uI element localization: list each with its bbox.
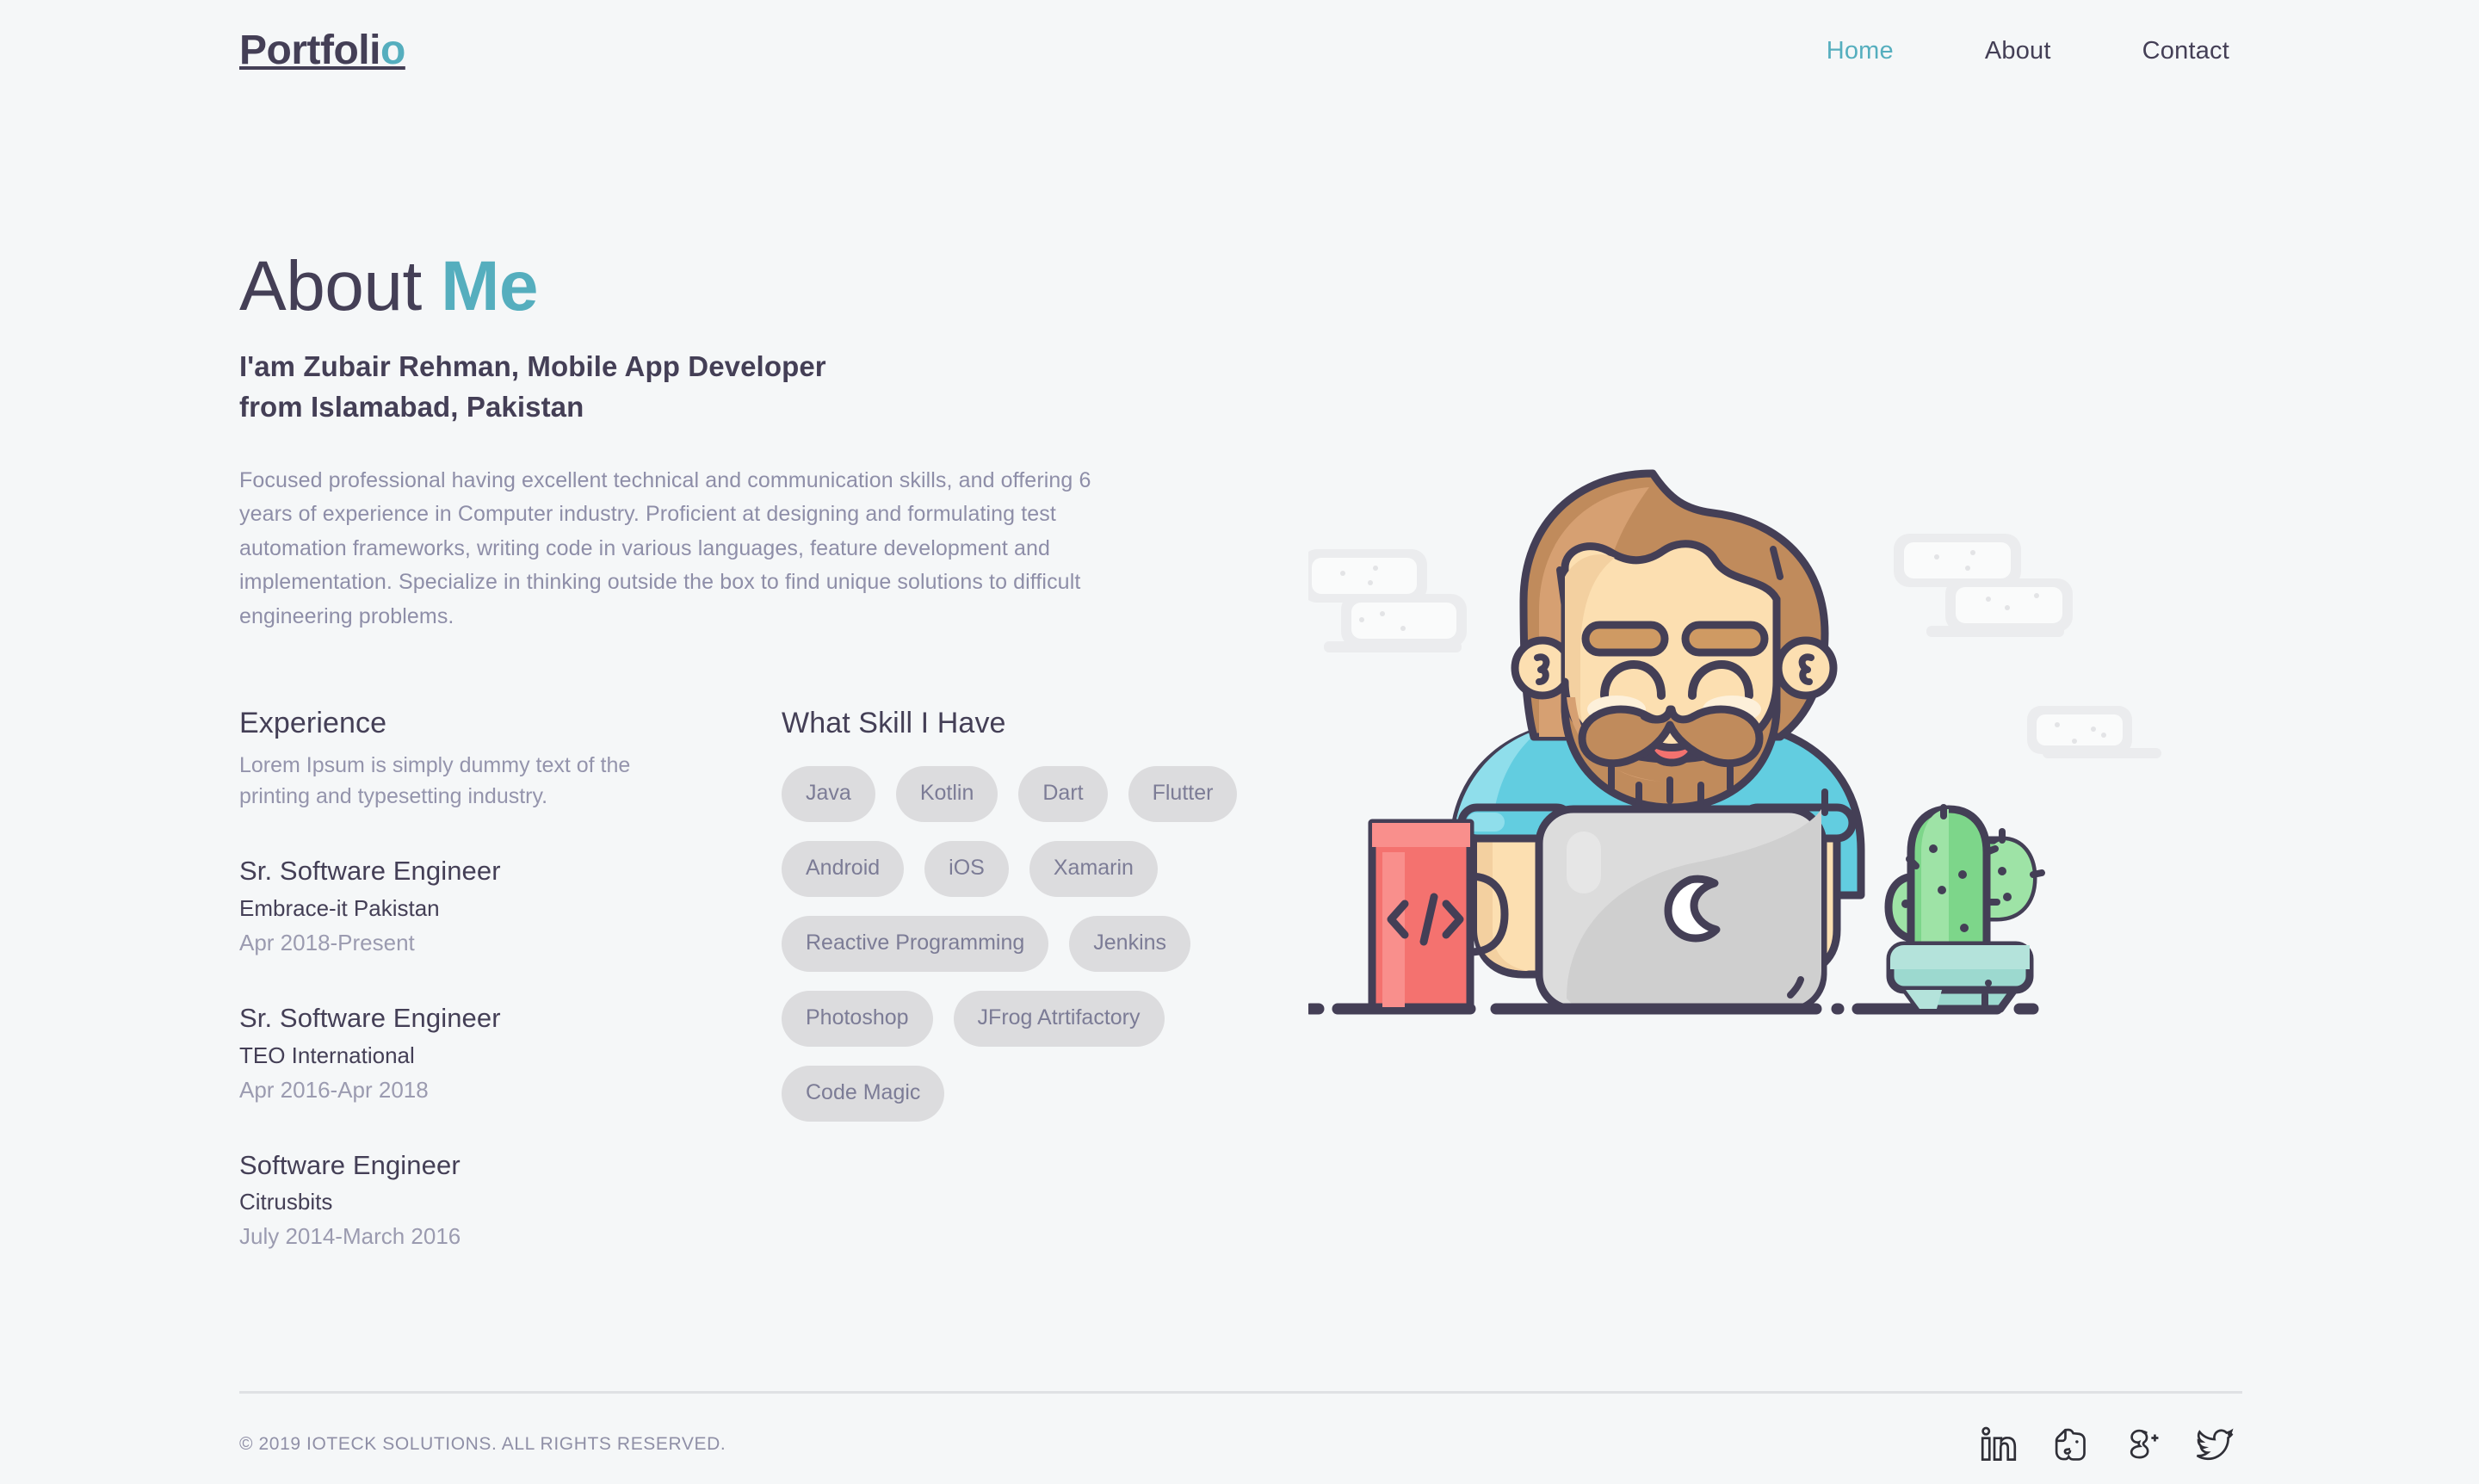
experience-subtitle: Lorem Ipsum is simply dummy text of the …	[239, 753, 631, 808]
skill-row: Android iOS Xamarin	[782, 841, 1332, 898]
google-plus-icon[interactable]	[2124, 1425, 2163, 1464]
skill-row: Photoshop JFrog Atrtifactory	[782, 991, 1332, 1048]
skill-pill[interactable]: Xamarin	[1029, 841, 1158, 898]
skill-pill[interactable]: Reactive Programming	[782, 916, 1049, 973]
skill-pill[interactable]: Dart	[1018, 766, 1108, 823]
skill-row: Code Magic	[782, 1066, 1332, 1122]
portfolio-page: Portfolio Home About Contact About Me I'…	[0, 0, 2479, 1484]
columns-wrapper: Experience Lorem Ipsum is simply dummy t…	[239, 704, 1272, 1252]
cactus	[1884, 804, 2045, 1013]
footer-divider	[239, 1391, 2242, 1394]
skills-heading: What Skill I Have	[782, 707, 1006, 739]
skill-pill[interactable]: Photoshop	[782, 991, 933, 1048]
social-links	[1979, 1425, 2235, 1464]
job-company: Embrace-it Pakistan	[239, 895, 440, 922]
experience-heading: Experience	[239, 707, 387, 739]
job-title: Sr. Software Engineer	[239, 1002, 501, 1033]
developer-illustration-svg	[1308, 469, 2161, 1015]
ghost-window-right-bottom-icon	[2027, 706, 2161, 758]
page-title: About Me	[239, 250, 1255, 323]
job-company: TEO International	[239, 1042, 415, 1068]
nav-item-contact[interactable]: Contact	[2142, 37, 2229, 65]
experience-item: Sr. Software Engineer Embrace-it Pakista…	[239, 853, 721, 959]
site-header: Portfolio Home About Contact	[0, 0, 2479, 102]
nav-item-about[interactable]: About	[1985, 37, 2051, 65]
experience-item: Software Engineer Citrusbits July 2014-M…	[239, 1147, 721, 1253]
job-title: Sr. Software Engineer	[239, 856, 501, 887]
page-title-main: About	[239, 247, 422, 325]
site-footer: © 2019 IOTECK SOLUTIONS. ALL RIGHTS RESE…	[239, 1425, 2242, 1464]
hero-tagline-line1: I'am Zubair Rehman, Mobile App Developer	[239, 350, 826, 383]
skill-pill[interactable]: Code Magic	[782, 1066, 945, 1122]
skill-pill[interactable]: Flutter	[1128, 766, 1238, 823]
brand-logo-accent: o	[380, 28, 405, 73]
page-title-accent: Me	[441, 247, 539, 325]
skill-row: Reactive Programming Jenkins	[782, 916, 1332, 973]
copyright-text: © 2019 IOTECK SOLUTIONS. ALL RIGHTS RESE…	[239, 1434, 726, 1454]
evernote-icon[interactable]	[2051, 1425, 2091, 1464]
hero-section: About Me I'am Zubair Rehman, Mobile App …	[239, 250, 1255, 634]
hero-tagline: I'am Zubair Rehman, Mobile App Developer…	[239, 347, 1255, 428]
ghost-window-left-icon	[1308, 549, 1467, 652]
hero-tagline-line2: from Islamabad, Pakistan	[239, 391, 584, 424]
hero-paragraph: Focused professional having excellent te…	[239, 467, 1091, 628]
twitter-icon[interactable]	[2196, 1425, 2235, 1464]
brand-logo-main: Portfoli	[239, 28, 380, 73]
skill-rows: Java Kotlin Dart Flutter Android iOS Xam…	[782, 766, 1332, 1122]
developer-illustration	[1308, 448, 2221, 1059]
job-dates: Apr 2018-Present	[239, 929, 415, 955]
experience-column: Experience Lorem Ipsum is simply dummy t…	[239, 704, 721, 1252]
laptop	[1535, 805, 1827, 1013]
skills-column: What Skill I Have Java Kotlin Dart Flutt…	[782, 704, 1332, 1141]
job-title: Software Engineer	[239, 1149, 461, 1180]
skill-pill[interactable]: Kotlin	[895, 766, 998, 823]
main-nav: Home About Contact	[1827, 37, 2229, 65]
skill-pill[interactable]: JFrog Atrtifactory	[953, 991, 1165, 1048]
skill-pill[interactable]: Java	[782, 766, 875, 823]
skill-row: Java Kotlin Dart Flutter	[782, 766, 1332, 823]
linkedin-icon[interactable]	[1979, 1425, 2018, 1464]
ghost-window-right-top-icon	[1894, 534, 2073, 637]
job-dates: July 2014-March 2016	[239, 1223, 461, 1250]
experience-item: Sr. Software Engineer TEO International …	[239, 1000, 721, 1106]
skill-pill[interactable]: iOS	[924, 841, 1009, 898]
job-company: Citrusbits	[239, 1189, 333, 1215]
nav-item-home[interactable]: Home	[1827, 37, 1894, 65]
brand-logo[interactable]: Portfolio	[239, 30, 405, 71]
skill-pill[interactable]: Android	[782, 841, 905, 898]
skill-pill[interactable]: Jenkins	[1069, 916, 1191, 973]
job-dates: Apr 2016-Apr 2018	[239, 1076, 429, 1103]
